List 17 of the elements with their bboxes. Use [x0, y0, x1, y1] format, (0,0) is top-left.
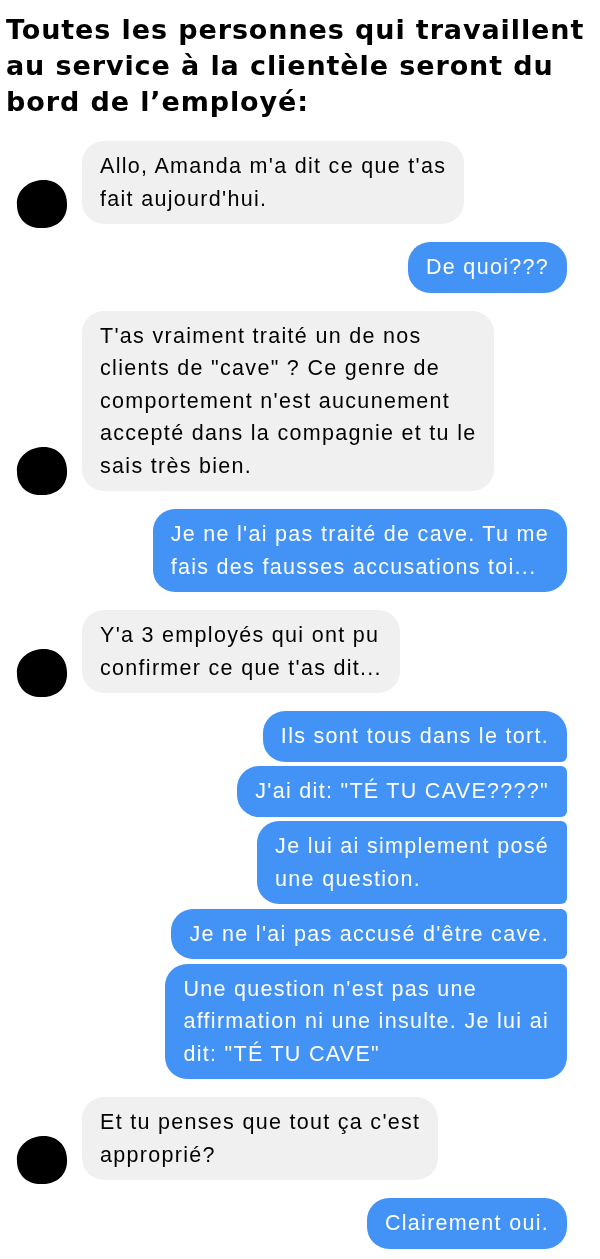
avatar-icon [16, 1135, 68, 1185]
message-bubble: Je lui ai simplement posé une question. [257, 821, 567, 904]
message-bubble: J'ai dit: "TÉ TU CAVE????" [237, 766, 567, 817]
avatar-icon [16, 179, 68, 229]
message-bubble: Y'a 3 employés qui ont pu confirmer ce que t'as dit... [82, 610, 400, 693]
message-bubble: Allo, Amanda m'a dit ce que t'as fait aujourd'hui. [82, 141, 465, 224]
message-bubble: Ils sont tous dans le tort. [262, 711, 567, 762]
message-bubble: Une question n'est pas une affirmation ni une insulte. Je lui ai dit: "TÉ TU CAVE" [165, 963, 567, 1079]
message-bubble: Clairement oui. [366, 1198, 567, 1249]
caption-title: Toutes les personnes qui travaillent au service à la clientèle seront du bord de l’employé: [6, 13, 585, 119]
avatar-icon [16, 446, 68, 496]
message-bubble: De quoi??? [408, 242, 567, 293]
message-bubble: Je ne l'ai pas traité de cave. Tu me fais des fausses accusations toi... [152, 509, 567, 592]
message-bubble: Et tu penses que tout ça c'est approprié? [82, 1097, 439, 1180]
message-bubble: Je ne l'ai pas accusé d'être cave. [171, 908, 567, 959]
avatar-icon [16, 648, 68, 698]
message-bubble: T'as vraiment traité un de nos clients de "cave" ? Ce genre de comportement n'est aucunement accepté dans la compagnie et tu le sais très bien. [82, 310, 495, 491]
